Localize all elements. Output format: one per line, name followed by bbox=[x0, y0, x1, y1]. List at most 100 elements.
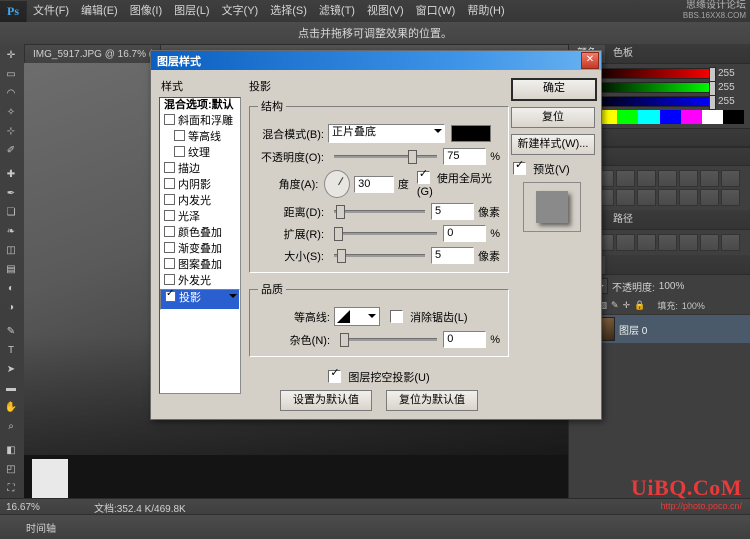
screen-mode-icon[interactable]: ⛶ bbox=[0, 479, 22, 498]
zoom-level[interactable]: 16.67% bbox=[0, 502, 68, 513]
style-item-stroke[interactable]: 描边 bbox=[160, 161, 240, 177]
spread-slider-thumb[interactable] bbox=[334, 227, 343, 241]
style-checkbox-2[interactable] bbox=[174, 130, 185, 141]
style-item-bevel-emboss[interactable]: 斜面和浮雕 bbox=[160, 113, 240, 129]
spread-slider[interactable] bbox=[334, 227, 438, 241]
global-light-checkbox-wrap[interactable]: 使用全局光(G) bbox=[416, 167, 500, 198]
adjust-threshold-icon[interactable] bbox=[679, 189, 698, 206]
shape-tool-icon[interactable]: ▬ bbox=[0, 379, 22, 398]
style-checkbox-1[interactable] bbox=[164, 114, 175, 125]
adjust-huesat-icon[interactable] bbox=[679, 170, 698, 187]
channel-slider-g[interactable] bbox=[589, 81, 716, 96]
layer-name[interactable]: 图层 0 bbox=[619, 322, 647, 337]
style-checkbox-9[interactable] bbox=[164, 242, 175, 253]
blur-tool-icon[interactable]: ◐ bbox=[0, 279, 22, 298]
opacity-slider-thumb[interactable] bbox=[408, 150, 418, 164]
eyedropper-tool-icon[interactable]: ✐ bbox=[0, 141, 22, 160]
baseline-icon[interactable] bbox=[700, 234, 719, 251]
quick-select-tool-icon[interactable]: ✧ bbox=[0, 103, 22, 122]
menu-image[interactable]: 图像(I) bbox=[124, 1, 168, 22]
menu-help[interactable]: 帮助(H) bbox=[461, 1, 510, 22]
style-item-drop-shadow[interactable]: 投影 bbox=[160, 287, 240, 310]
adjust-gradientmap-icon[interactable] bbox=[700, 189, 719, 206]
blend-mode-select[interactable]: 正片叠底 bbox=[328, 124, 445, 143]
adjust-selectivecolor-icon[interactable] bbox=[721, 189, 740, 206]
style-checkbox-10[interactable] bbox=[164, 258, 175, 269]
channel-slider-b[interactable] bbox=[589, 95, 716, 110]
style-item-satin[interactable]: 光泽 bbox=[160, 209, 240, 225]
channel-slider-r[interactable] bbox=[589, 67, 716, 82]
style-checkbox-4[interactable] bbox=[164, 162, 175, 173]
distance-input[interactable]: 5 bbox=[431, 203, 474, 220]
style-item-inner-shadow[interactable]: 内阴影 bbox=[160, 177, 240, 193]
menu-file[interactable]: 文件(F) bbox=[27, 1, 75, 22]
preview-row[interactable]: 预览(V) bbox=[511, 158, 593, 177]
document-tab[interactable]: IMG_5917.JPG @ 16.7% ( bbox=[24, 44, 162, 64]
cancel-button[interactable]: 复位 bbox=[511, 107, 595, 128]
shadow-color-swatch[interactable] bbox=[451, 125, 491, 142]
eraser-tool-icon[interactable]: ◫ bbox=[0, 241, 22, 260]
styles-list[interactable]: 混合选项:默认 斜面和浮雕 等高线 纹理 描边 内阴影 内发光 光泽 颜色叠加 … bbox=[159, 97, 241, 394]
channel-value-g[interactable]: 255 bbox=[718, 82, 744, 93]
style-item-blending-options[interactable]: 混合选项:默认 bbox=[160, 98, 240, 113]
hand-tool-icon[interactable]: ✋ bbox=[0, 398, 22, 417]
close-icon[interactable]: ✕ bbox=[581, 52, 599, 69]
reset-default-button[interactable]: 复位为默认值 bbox=[386, 390, 478, 411]
adjust-invert-icon[interactable] bbox=[637, 189, 656, 206]
color-type-icon[interactable] bbox=[721, 234, 740, 251]
menu-view[interactable]: 视图(V) bbox=[361, 1, 410, 22]
tab-paths[interactable]: 路径 bbox=[605, 211, 641, 229]
style-item-contour[interactable]: 等高线 bbox=[160, 129, 240, 145]
menu-window[interactable]: 窗口(W) bbox=[410, 1, 462, 22]
new-style-button[interactable]: 新建样式(W)... bbox=[511, 134, 595, 155]
noise-slider-thumb[interactable] bbox=[340, 333, 349, 347]
tracking-icon[interactable] bbox=[679, 234, 698, 251]
size-input[interactable]: 5 bbox=[431, 247, 474, 264]
lock-all-icon[interactable]: 🔒 bbox=[634, 300, 645, 311]
contour-preset-picker[interactable] bbox=[334, 307, 380, 326]
style-checkbox-8[interactable] bbox=[164, 226, 175, 237]
healing-brush-tool-icon[interactable]: ✚ bbox=[0, 165, 22, 184]
spread-input[interactable]: 0 bbox=[443, 225, 487, 242]
global-light-checkbox[interactable] bbox=[416, 167, 430, 184]
style-checkbox-3[interactable] bbox=[174, 146, 185, 157]
adjust-posterize-icon[interactable] bbox=[658, 189, 677, 206]
noise-slider[interactable] bbox=[340, 333, 438, 347]
channel-value-r[interactable]: 255 bbox=[718, 68, 744, 79]
pen-tool-icon[interactable]: ✎ bbox=[0, 322, 22, 341]
fill-value[interactable]: 100% bbox=[682, 301, 705, 311]
style-checkbox-6[interactable] bbox=[164, 194, 175, 205]
distance-slider-thumb[interactable] bbox=[335, 205, 345, 219]
type-tool-icon[interactable]: T bbox=[0, 341, 22, 360]
menu-select[interactable]: 选择(S) bbox=[264, 1, 313, 22]
style-checkbox-7[interactable] bbox=[164, 210, 175, 221]
distance-slider[interactable] bbox=[334, 205, 425, 219]
knockout-checkbox[interactable] bbox=[328, 366, 342, 383]
path-selection-tool-icon[interactable]: ➤ bbox=[0, 360, 22, 379]
quick-mask-icon[interactable]: ◰ bbox=[0, 460, 22, 479]
adjust-exposure-icon[interactable] bbox=[637, 170, 656, 187]
type-size-icon[interactable] bbox=[637, 234, 656, 251]
style-checkbox-11[interactable] bbox=[164, 274, 175, 285]
adjust-colorbalance-icon[interactable] bbox=[700, 170, 719, 187]
history-brush-tool-icon[interactable]: ❧ bbox=[0, 222, 22, 241]
marquee-tool-icon[interactable]: ▭ bbox=[0, 65, 22, 84]
size-slider-thumb[interactable] bbox=[336, 249, 346, 263]
leading-icon[interactable] bbox=[658, 234, 677, 251]
menu-type[interactable]: 文字(Y) bbox=[216, 1, 265, 22]
style-checkbox-5[interactable] bbox=[164, 178, 175, 189]
move-tool-icon[interactable]: ✛ bbox=[0, 46, 22, 65]
style-item-inner-glow[interactable]: 内发光 bbox=[160, 193, 240, 209]
foreground-background-color-icon[interactable]: ◧ bbox=[0, 441, 22, 460]
dialog-title-bar[interactable]: 图层样式 ✕ bbox=[151, 51, 601, 70]
menu-edit[interactable]: 编辑(E) bbox=[75, 1, 124, 22]
style-item-gradient-overlay[interactable]: 渐变叠加 bbox=[160, 241, 240, 257]
style-item-texture[interactable]: 纹理 bbox=[160, 145, 240, 161]
knockout-row[interactable]: 图层挖空投影(U) bbox=[247, 366, 511, 385]
lock-brush-icon[interactable]: ✎ bbox=[611, 300, 619, 311]
noise-input[interactable]: 0 bbox=[443, 331, 487, 348]
adjust-curves-icon[interactable] bbox=[616, 170, 635, 187]
style-item-pattern-overlay[interactable]: 图案叠加 bbox=[160, 257, 240, 273]
adjust-colorlookup-icon[interactable] bbox=[616, 189, 635, 206]
menu-filter[interactable]: 滤镜(T) bbox=[313, 1, 361, 22]
